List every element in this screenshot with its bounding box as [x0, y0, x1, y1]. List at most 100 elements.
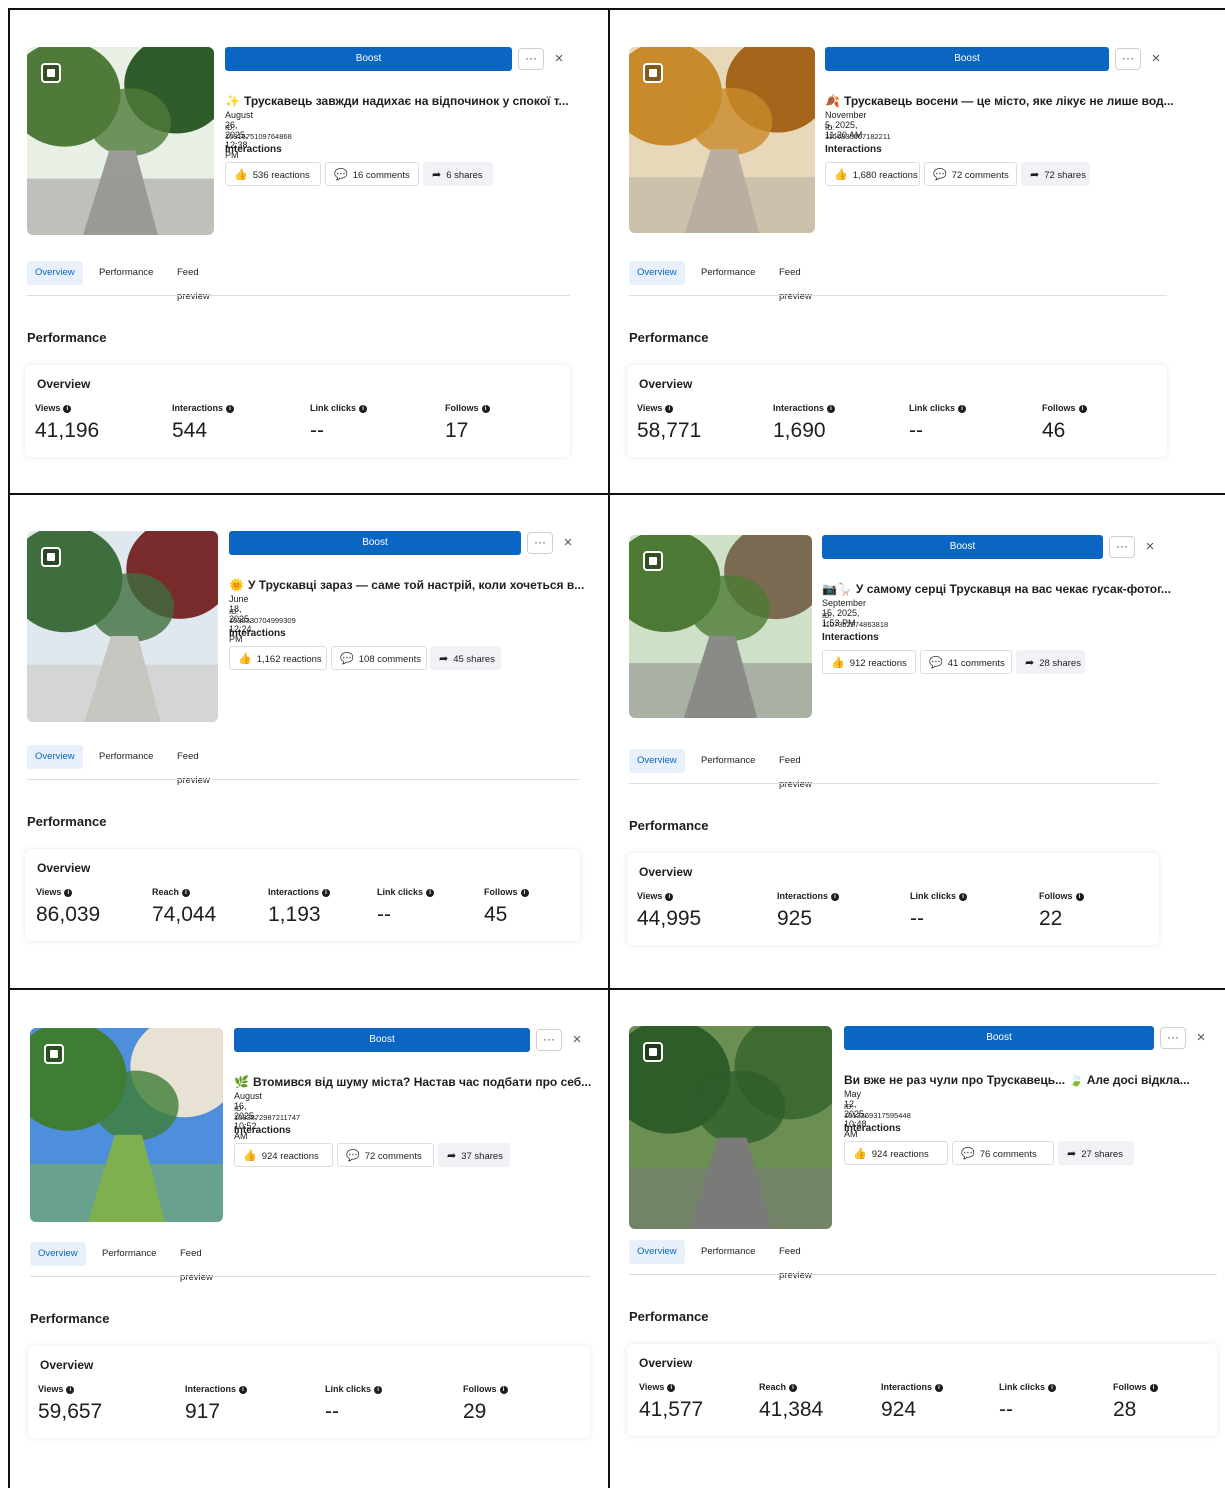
info-icon[interactable]: i [665, 404, 674, 413]
shares-chip[interactable]: ➦ 28 shares [1016, 650, 1085, 674]
tab-performance[interactable]: Performance [701, 261, 755, 285]
tab-overview[interactable]: Overview [27, 261, 83, 285]
boost-button[interactable]: Boost [825, 47, 1109, 71]
info-icon[interactable]: i [831, 892, 840, 901]
close-icon[interactable]: × [561, 535, 575, 550]
info-icon[interactable]: i [1075, 892, 1084, 901]
info-icon[interactable]: i [66, 1385, 75, 1394]
reactions-chip[interactable]: 👍 1,680 reactions [825, 162, 920, 186]
tab-overview[interactable]: Overview [629, 1240, 685, 1264]
tab-overview[interactable]: Overview [30, 1242, 86, 1266]
tab-feed-preview[interactable]: Feed preview [779, 261, 812, 302]
post-thumbnail[interactable] [30, 1028, 223, 1222]
info-icon[interactable]: i [520, 888, 529, 897]
reactions-chip-label: 924 reactions [871, 1149, 929, 1160]
comment-icon: 💬 [340, 653, 354, 665]
comments-chip[interactable]: 💬 72 comments [924, 162, 1017, 186]
shares-chip[interactable]: ➦ 37 shares [438, 1143, 510, 1167]
info-icon[interactable]: i [935, 1383, 944, 1392]
info-icon[interactable]: i [226, 404, 235, 413]
reactions-chip[interactable]: 👍 536 reactions [225, 162, 321, 186]
info-icon[interactable]: i [789, 1383, 798, 1392]
shares-chip[interactable]: ➦ 45 shares [430, 646, 501, 670]
tab-overview[interactable]: Overview [629, 261, 685, 285]
tab-overview[interactable]: Overview [629, 749, 685, 773]
reactions-chip[interactable]: 👍 924 reactions [234, 1143, 333, 1167]
post-thumbnail[interactable] [27, 531, 218, 722]
close-icon[interactable]: × [552, 51, 566, 66]
comments-chip[interactable]: 💬 72 comments [337, 1143, 434, 1167]
info-icon[interactable]: i [359, 404, 368, 413]
more-options-button[interactable]: ··· [518, 48, 544, 70]
info-icon[interactable]: i [63, 404, 72, 413]
info-icon[interactable]: i [665, 892, 674, 901]
metric-label-views: Views i [36, 887, 73, 897]
boost-button[interactable]: Boost [234, 1028, 530, 1052]
tab-performance[interactable]: Performance [99, 745, 153, 769]
tab-feed-preview[interactable]: Feed preview [779, 1240, 812, 1281]
overview-heading: Overview [639, 377, 693, 391]
info-icon[interactable]: i [959, 892, 968, 901]
comments-chip[interactable]: 💬 41 comments [920, 650, 1012, 674]
share-icon: ➦ [1067, 1148, 1077, 1160]
close-icon[interactable]: × [570, 1032, 584, 1047]
tab-overview[interactable]: Overview [27, 745, 83, 769]
info-icon[interactable]: i [1078, 404, 1087, 413]
tab-feed-preview[interactable]: Feed preview [177, 261, 210, 302]
close-icon[interactable]: × [1194, 1030, 1208, 1045]
reactions-chip[interactable]: 👍 1,162 reactions [229, 646, 327, 670]
reactions-chip[interactable]: 👍 912 reactions [822, 650, 916, 674]
shares-chip[interactable]: ➦ 6 shares [423, 162, 493, 186]
performance-heading: Performance [629, 818, 709, 833]
post-thumbnail[interactable] [629, 535, 812, 718]
shares-chip-label: 72 shares [1044, 170, 1086, 181]
metric-label-text: Views [639, 1382, 665, 1392]
performance-heading: Performance [30, 1311, 110, 1326]
more-options-button[interactable]: ··· [1109, 536, 1135, 558]
tab-performance[interactable]: Performance [102, 1242, 156, 1266]
comments-chip[interactable]: 💬 108 comments [331, 646, 427, 670]
tab-feed-preview[interactable]: Feed preview [177, 745, 210, 786]
tab-performance[interactable]: Performance [701, 749, 755, 773]
more-options-button[interactable]: ··· [527, 532, 553, 554]
close-icon[interactable]: × [1143, 539, 1157, 554]
close-icon[interactable]: × [1149, 51, 1163, 66]
info-icon[interactable]: i [667, 1383, 676, 1392]
info-icon[interactable]: i [1048, 1383, 1057, 1392]
boost-button[interactable]: Boost [844, 1026, 1154, 1050]
boost-button[interactable]: Boost [822, 535, 1103, 559]
more-options-button[interactable]: ··· [1115, 48, 1141, 70]
post-thumbnail[interactable] [629, 1026, 832, 1229]
more-options-button[interactable]: ··· [536, 1029, 562, 1051]
boost-button[interactable]: Boost [229, 531, 521, 555]
info-icon[interactable]: i [1149, 1383, 1158, 1392]
post-thumbnail[interactable] [629, 47, 815, 233]
info-icon[interactable]: i [481, 404, 490, 413]
info-icon[interactable]: i [958, 404, 967, 413]
info-icon[interactable]: i [239, 1385, 248, 1394]
info-icon[interactable]: i [182, 888, 191, 897]
tab-feed-preview[interactable]: Feed preview [180, 1242, 213, 1283]
info-icon[interactable]: i [64, 888, 73, 897]
comments-chip[interactable]: 💬 76 comments [952, 1141, 1054, 1165]
comments-chip[interactable]: 💬 16 comments [325, 162, 419, 186]
overview-panel: Overview Views i 58,771 Interactions i 1,690 Li… [627, 365, 1167, 457]
metric-label-text: Follows [445, 403, 479, 413]
overview-panel: Overview Views i 41,196 Interactions i 544 Link… [25, 365, 570, 457]
reactions-chip[interactable]: 👍 924 reactions [844, 1141, 948, 1165]
info-icon[interactable]: i [827, 404, 836, 413]
metric-label-views: Views i [637, 403, 674, 413]
post-id: ID: 1083872987211747 [234, 1104, 301, 1122]
info-icon[interactable]: i [499, 1385, 508, 1394]
info-icon[interactable]: i [374, 1385, 383, 1394]
more-options-button[interactable]: ··· [1160, 1027, 1186, 1049]
info-icon[interactable]: i [322, 888, 331, 897]
info-icon[interactable]: i [426, 888, 435, 897]
post-thumbnail[interactable] [27, 47, 214, 235]
tab-feed-preview[interactable]: Feed preview [779, 749, 812, 790]
shares-chip[interactable]: ➦ 27 shares [1058, 1141, 1134, 1165]
tab-performance[interactable]: Performance [701, 1240, 755, 1264]
shares-chip[interactable]: ➦ 72 shares [1021, 162, 1090, 186]
tab-performance[interactable]: Performance [99, 261, 153, 285]
boost-button[interactable]: Boost [225, 47, 512, 71]
